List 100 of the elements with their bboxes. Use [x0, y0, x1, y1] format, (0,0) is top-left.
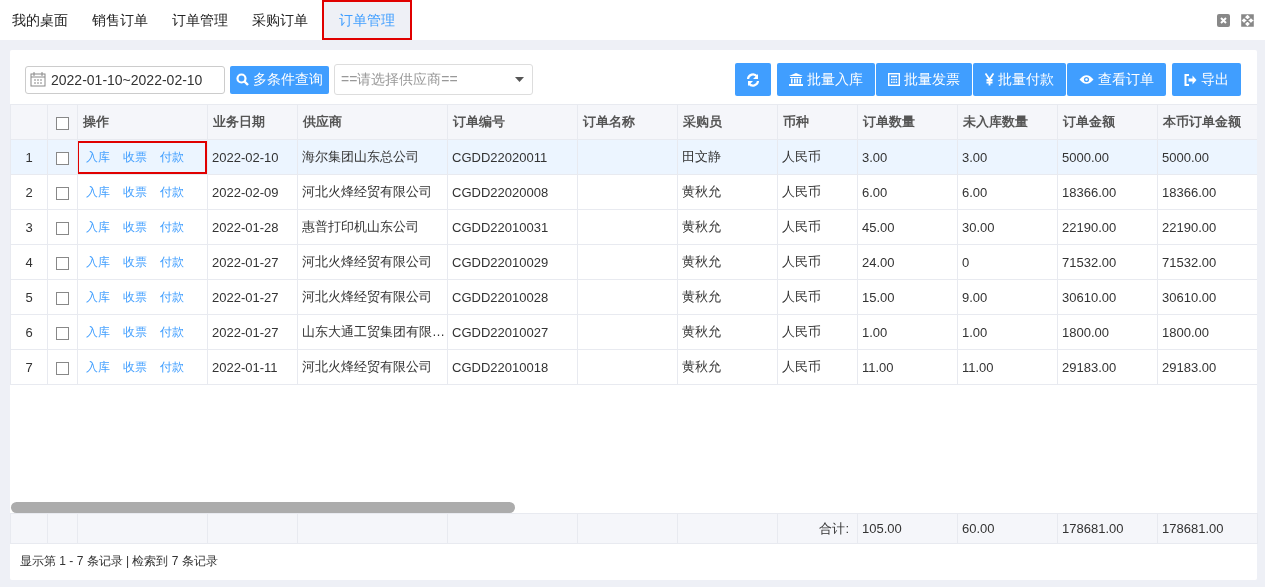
column-header: 订单编号 — [447, 104, 578, 140]
table-cell: 9.00 — [957, 279, 1058, 315]
action-link[interactable]: 收票 — [123, 323, 147, 341]
table-cell: 2022-01-28 — [207, 209, 298, 245]
action-link[interactable]: 入库 — [86, 288, 110, 306]
checkbox[interactable] — [56, 326, 69, 340]
column-header: 业务日期 — [207, 104, 298, 140]
checkbox[interactable] — [56, 186, 69, 200]
table-cell: 人民币 — [777, 279, 858, 315]
supplier-select[interactable]: ==请选择供应商== — [334, 64, 533, 95]
table-cell: 1.00 — [957, 314, 1058, 350]
table-cell: 15.00 — [857, 279, 958, 315]
action-link[interactable]: 收票 — [123, 148, 147, 166]
checkbox[interactable] — [56, 361, 69, 375]
column-header: 订单金额 — [1057, 104, 1158, 140]
table-cell: 黄秋允 — [677, 279, 778, 315]
action-link[interactable]: 付款 — [160, 288, 184, 306]
table-cell: 河北火烽经贸有限公司 — [297, 244, 448, 280]
action-link[interactable]: 付款 — [160, 323, 184, 341]
action-link[interactable]: 收票 — [123, 183, 147, 201]
action-link[interactable]: 付款 — [160, 358, 184, 376]
eye-icon — [1079, 74, 1094, 85]
table-cell: 22190.00 — [1057, 209, 1158, 245]
table-cell: 3.00 — [957, 139, 1058, 175]
table-cell: 人民币 — [777, 174, 858, 210]
exit-icon — [1184, 73, 1197, 86]
action-link[interactable]: 付款 — [160, 253, 184, 271]
table-cell: 45.00 — [857, 209, 958, 245]
caret-icon — [515, 77, 524, 82]
row-number: 5 — [10, 279, 48, 315]
table-cell: CGDD22010031 — [447, 209, 578, 245]
table-cell: 人民币 — [777, 349, 858, 385]
tab[interactable]: 订单管理 — [322, 0, 412, 40]
checkbox[interactable] — [56, 151, 69, 165]
action-link[interactable]: 收票 — [123, 218, 147, 236]
table-cell: 人民币 — [777, 314, 858, 350]
action-link[interactable]: 付款 — [160, 183, 184, 201]
checkbox[interactable] — [56, 221, 69, 235]
table-cell: CGDD22010028 — [447, 279, 578, 315]
table-cell: 71532.00 — [1057, 244, 1158, 280]
table-cell: 3.00 — [857, 139, 958, 175]
checkbox[interactable] — [56, 256, 69, 270]
close-icon[interactable] — [1217, 13, 1230, 27]
tab[interactable]: 订单管理 — [162, 0, 238, 40]
action-link[interactable]: 付款 — [160, 218, 184, 236]
row-number: 7 — [10, 349, 48, 385]
search-button[interactable]: 多条件查询 — [230, 65, 329, 94]
action-link[interactable]: 收票 — [123, 288, 147, 306]
action-link[interactable]: 收票 — [123, 358, 147, 376]
refresh-button[interactable] — [735, 63, 771, 96]
table-cell: 人民币 — [777, 139, 858, 175]
table-cell: 5000.00 — [1057, 139, 1158, 175]
date-range-field[interactable]: 2022-01-10~2022-02-10 — [25, 65, 225, 94]
action-link[interactable]: 入库 — [86, 218, 110, 236]
row-number: 1 — [10, 139, 48, 175]
checkbox[interactable] — [56, 291, 69, 305]
fullscreen-icon[interactable] — [1241, 13, 1254, 27]
table-cell: 11.00 — [857, 349, 958, 385]
tab[interactable]: 销售订单 — [82, 0, 158, 40]
bank-button[interactable]: 批量入库 — [777, 63, 875, 96]
action-link[interactable]: 入库 — [86, 253, 110, 271]
export-button[interactable]: 导出 — [1172, 63, 1241, 96]
invoice-button[interactable]: 批量发票 — [876, 63, 972, 96]
action-link[interactable]: 入库 — [86, 323, 110, 341]
table-cell: 海尔集团山东总公司 — [297, 139, 448, 175]
table-cell: 人民币 — [777, 209, 858, 245]
tab[interactable]: 采购订单 — [242, 0, 318, 40]
eye-button[interactable]: 查看订单 — [1067, 63, 1166, 96]
table-cell: 黄秋允 — [677, 244, 778, 280]
row-number: 2 — [10, 174, 48, 210]
total-cell: 178681.00 — [1157, 513, 1258, 544]
column-header: 订单名称 — [577, 104, 678, 140]
action-link[interactable]: 付款 — [160, 148, 184, 166]
table-cell: 2022-02-10 — [207, 139, 298, 175]
table-cell: 0 — [957, 244, 1058, 280]
table-cell: 24.00 — [857, 244, 958, 280]
table-cell: 人民币 — [777, 244, 858, 280]
column-header: 供应商 — [297, 104, 448, 140]
column-header: 未入库数量 — [957, 104, 1058, 140]
action-link[interactable]: 入库 — [86, 183, 110, 201]
table-cell: 30.00 — [957, 209, 1058, 245]
tab[interactable]: 我的桌面 — [2, 0, 78, 40]
table-cell: 黄秋允 — [677, 209, 778, 245]
column-header: 本币订单金额 — [1157, 104, 1257, 140]
table-cell: 30610.00 — [1057, 279, 1158, 315]
action-link[interactable]: 入库 — [86, 358, 110, 376]
checkbox[interactable] — [56, 116, 69, 130]
action-link[interactable]: 入库 — [86, 148, 110, 166]
table-cell: 2022-01-27 — [207, 244, 298, 280]
yen-button[interactable]: 批量付款 — [973, 63, 1066, 96]
table-cell: 6.00 — [957, 174, 1058, 210]
calculator-icon — [888, 73, 900, 86]
column-header: 币种 — [777, 104, 858, 140]
total-cell: 105.00 — [857, 513, 958, 544]
table-cell: 河北火烽经贸有限公司 — [297, 349, 448, 385]
action-link[interactable]: 收票 — [123, 253, 147, 271]
horizontal-scrollbar[interactable] — [11, 502, 515, 513]
table-cell: 2022-01-27 — [207, 314, 298, 350]
table-cell: 河北火烽经贸有限公司 — [297, 279, 448, 315]
table-cell: 6.00 — [857, 174, 958, 210]
